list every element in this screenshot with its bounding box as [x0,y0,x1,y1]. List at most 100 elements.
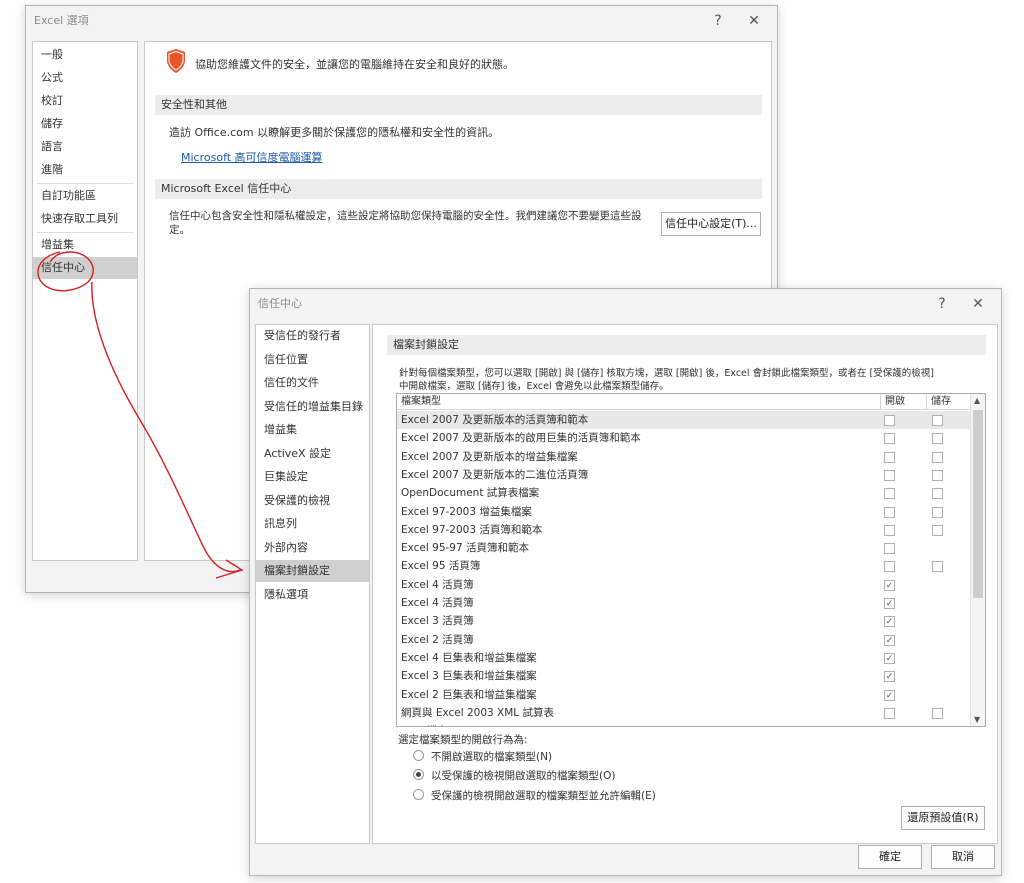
excel-options-nav: 一般 公式 校訂 儲存 語言 進階 自訂功能區 快速存取工具列 增益集 信任中心 [32,41,138,561]
column-header-file-type[interactable]: 檔案類型 [397,394,881,410]
table-row[interactable]: Excel 2 活頁簿 ✓ [397,631,971,649]
file-type-name: Excel 2007 及更新版本的啟用巨集的活頁簿和範本 [401,432,641,445]
open-behavior-label: 選定檔案類型的開啟行為為: [398,734,528,746]
help-button[interactable]: ? [707,10,729,32]
open-checkbox[interactable] [884,707,895,719]
table-row[interactable]: Excel 4 活頁簿 ✓ [397,576,971,594]
open-checkbox[interactable] [884,506,895,518]
table-row[interactable]: Excel 3 活頁簿 ✓ [397,612,971,630]
table-row[interactable]: Excel 4 活頁簿 ✓ [397,594,971,612]
file-type-name: Excel 2007 及更新版本的活頁簿和範本 [401,414,589,426]
nav-item-proofing[interactable]: 校訂 [33,90,137,112]
close-button[interactable]: ✕ [967,293,989,315]
open-checkbox[interactable]: ✓ [884,689,895,701]
file-type-name: Excel 4 活頁簿 [401,597,474,609]
nav-item-language[interactable]: 語言 [33,136,137,158]
nav-item-add-ins[interactable]: 增益集 [256,419,369,441]
table-row[interactable]: Excel 2 巨集表和增益集檔案 ✓ [397,686,971,704]
radio-open-protected-view[interactable] [413,769,424,780]
open-checkbox[interactable]: ✓ [884,579,895,591]
table-row[interactable]: Excel 2007 及更新版本的二進位活頁簿 [397,466,971,484]
trust-center-text-line-2: 定。 [169,224,190,236]
excel-options-title: Excel 選項 [34,14,89,27]
table-row[interactable]: Excel 95 活頁簿 [397,557,971,575]
open-checkbox[interactable]: ✓ [884,652,895,664]
radio-open-protected-view-allow-editing-label[interactable]: 受保護的檢視開啟選取的檔案類型並允許編輯(E) [431,788,656,803]
restore-defaults-button[interactable]: 還原預設值(R) [901,806,985,830]
save-checkbox[interactable] [932,524,943,536]
open-checkbox[interactable] [884,524,895,536]
save-checkbox[interactable] [932,506,943,518]
nav-item-trust-center[interactable]: 信任中心 [33,257,137,279]
save-checkbox[interactable] [932,726,943,727]
nav-item-protected-view[interactable]: 受保護的檢視 [256,490,369,512]
table-row[interactable]: Excel 3 巨集表和增益集檔案 ✓ [397,667,971,685]
radio-open-protected-view-label[interactable]: 以受保護的檢視開啟選取的檔案類型(O) [431,768,615,783]
open-checkbox[interactable]: ✓ [884,634,895,646]
scroll-up-arrow[interactable]: ▲ [974,396,980,405]
nav-item-formulas[interactable]: 公式 [33,67,137,89]
save-checkbox[interactable] [932,561,943,573]
nav-item-trusted-publishers[interactable]: 受信任的發行者 [256,325,369,347]
privacy-section-header: 安全性和其他 [155,95,762,115]
trust-center-settings-button[interactable]: 信任中心設定(T)... [661,212,761,236]
table-row[interactable]: Excel 97-2003 增益集檔案 [397,503,971,521]
table-row[interactable]: OpenDocument 試算表檔案 [397,484,971,502]
open-checkbox[interactable]: ✓ [884,616,895,628]
open-checkbox[interactable]: ✓ [884,671,895,683]
nav-item-general[interactable]: 一般 [33,44,137,66]
nav-item-message-bar[interactable]: 訊息列 [256,513,369,535]
open-checkbox[interactable] [884,415,895,426]
close-button[interactable]: ✕ [743,10,765,32]
open-checkbox[interactable] [884,488,895,500]
nav-item-advanced[interactable]: 進階 [33,159,137,181]
nav-item-customize-ribbon[interactable]: 自訂功能區 [33,185,137,207]
scroll-down-arrow[interactable]: ▼ [974,715,980,724]
save-checkbox[interactable] [932,469,943,481]
nav-item-macro-settings[interactable]: 巨集設定 [256,466,369,488]
nav-item-trusted-locations[interactable]: 信任位置 [256,349,369,371]
nav-item-file-block-settings[interactable]: 檔案封鎖設定 [256,560,369,582]
open-checkbox[interactable]: ✓ [884,598,895,609]
save-checkbox[interactable] [932,433,943,445]
open-checkbox[interactable] [884,469,895,481]
table-scrollbar[interactable]: ▲ ▼ [970,394,985,726]
table-row[interactable]: Excel 2007 及更新版本的活頁簿和範本 [397,411,971,429]
nav-item-trusted-documents[interactable]: 信任的文件 [256,372,369,394]
privacy-link[interactable]: Microsoft 高可信度電腦運算 [181,149,323,165]
nav-item-privacy-options[interactable]: 隱私選項 [256,584,369,606]
nav-item-external-content[interactable]: 外部內容 [256,537,369,559]
table-row[interactable]: Excel 97-2003 活頁簿和範本 [397,521,971,539]
open-checkbox[interactable] [884,451,895,463]
save-checkbox[interactable] [932,488,943,500]
cancel-button[interactable]: 取消 [931,845,995,869]
file-type-name: XML 檔案 [401,722,447,726]
column-header-open[interactable]: 開啟 [881,394,927,410]
nav-item-trusted-addin-catalogs[interactable]: 受信任的增益集目錄 [256,396,369,418]
save-checkbox[interactable] [932,707,943,719]
table-row[interactable]: Excel 2007 及更新版本的增益集檔案 [397,448,971,466]
save-checkbox[interactable] [932,415,943,426]
open-checkbox[interactable] [884,561,895,573]
open-checkbox[interactable] [884,543,895,555]
scroll-thumb[interactable] [973,410,983,598]
help-button[interactable]: ? [931,293,953,315]
radio-do-not-open-label[interactable]: 不開啟選取的檔案類型(N) [431,749,552,764]
open-checkbox[interactable] [884,726,895,727]
nav-item-activex-settings[interactable]: ActiveX 設定 [256,443,369,465]
table-row[interactable]: Excel 4 巨集表和增益集檔案 ✓ [397,649,971,667]
table-row[interactable]: 網頁與 Excel 2003 XML 試算表 [397,704,971,722]
nav-item-save[interactable]: 儲存 [33,113,137,135]
nav-item-add-ins[interactable]: 增益集 [33,234,137,256]
table-row[interactable]: XML 檔案 [397,722,971,727]
ok-button[interactable]: 確定 [858,845,922,869]
radio-do-not-open[interactable] [413,750,424,761]
nav-item-quick-access-toolbar[interactable]: 快速存取工具列 [33,208,137,230]
save-checkbox[interactable] [932,451,943,463]
table-row[interactable]: Excel 2007 及更新版本的啟用巨集的活頁簿和範本 [397,429,971,447]
column-header-save[interactable]: 儲存 [927,394,971,410]
table-row[interactable]: Excel 95-97 活頁簿和範本 [397,539,971,557]
open-checkbox[interactable] [884,433,895,445]
table-header: 檔案類型 開啟 儲存 [397,394,971,410]
radio-open-protected-view-allow-editing[interactable] [413,789,424,800]
